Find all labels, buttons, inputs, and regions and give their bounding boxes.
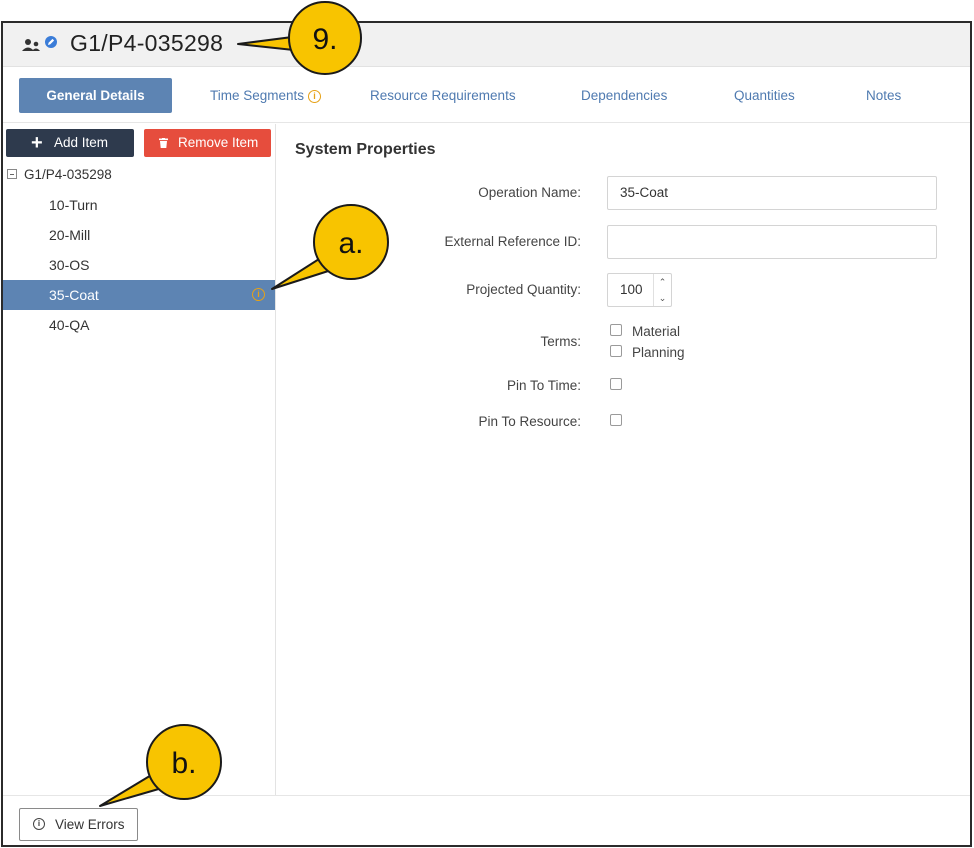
pin-to-time-checkbox[interactable] xyxy=(610,378,622,390)
tab-quantities[interactable]: Quantities xyxy=(734,78,795,113)
window-title: G1/P4-035298 xyxy=(70,30,224,56)
tree-item-30-os[interactable]: 30-OS xyxy=(3,250,275,280)
operation-name-label: Operation Name: xyxy=(478,185,581,200)
chevron-up-icon[interactable]: ⌃ xyxy=(654,274,671,290)
tree-item-35-coat[interactable]: 35-Coat i xyxy=(3,280,275,310)
warning-icon: i xyxy=(308,89,322,103)
collapse-icon[interactable] xyxy=(7,169,17,180)
planning-checkbox[interactable] xyxy=(610,345,622,357)
item-tree-panel: + Add Item Remove Item G1/P4-035298 10-T… xyxy=(3,124,276,795)
dialog-footer: i View Errors xyxy=(3,795,970,847)
section-title: System Properties xyxy=(295,141,436,158)
tree-item-10-turn[interactable]: 10-Turn xyxy=(3,190,275,220)
external-ref-input[interactable] xyxy=(607,225,937,259)
users-edit-icon xyxy=(22,36,57,51)
pin-to-resource-label: Pin To Resource: xyxy=(478,414,581,429)
external-ref-label: External Reference ID: xyxy=(444,234,581,249)
tree-item-20-mill[interactable]: 20-Mill xyxy=(3,220,275,250)
callout-title: 9. xyxy=(288,1,362,75)
tab-resource-requirements[interactable]: Resource Requirements xyxy=(370,78,516,113)
callout-errors: b. xyxy=(146,724,222,800)
pin-to-resource-checkbox[interactable] xyxy=(610,414,622,426)
view-errors-button[interactable]: i View Errors xyxy=(19,808,138,841)
add-item-button[interactable]: + Add Item xyxy=(6,129,134,157)
operation-name-input[interactable]: 35-Coat xyxy=(607,176,937,210)
callout-tree: a. xyxy=(313,204,389,280)
warning-icon: i xyxy=(252,288,265,301)
trash-icon xyxy=(159,138,168,148)
tree-item-40-qa[interactable]: 40-QA xyxy=(3,310,275,340)
tree-root-label: G1/P4-035298 xyxy=(24,167,112,182)
info-icon: i xyxy=(33,818,45,830)
remove-item-button[interactable]: Remove Item xyxy=(144,129,271,157)
terms-label: Terms: xyxy=(540,334,582,349)
projected-quantity-value: 100 xyxy=(620,282,643,297)
remove-item-label: Remove Item xyxy=(178,135,259,150)
tree-item-label: 35-Coat xyxy=(49,287,99,303)
tab-time-segments[interactable]: Time Segments i xyxy=(210,78,322,113)
tab-time-segments-label: Time Segments xyxy=(210,88,305,103)
tab-bar: General Details Time Segments i Resource … xyxy=(3,68,970,123)
dialog-window: G1/P4-035298 General Details Time Segmen… xyxy=(1,21,972,847)
planning-checkbox-label: Planning xyxy=(632,345,685,360)
plus-icon: + xyxy=(31,132,43,154)
tab-general-details[interactable]: General Details xyxy=(19,78,172,113)
add-item-label: Add Item xyxy=(54,135,109,150)
title-bar: G1/P4-035298 xyxy=(3,23,970,67)
tree-root[interactable]: G1/P4-035298 xyxy=(7,167,112,182)
projected-quantity-label: Projected Quantity: xyxy=(466,282,581,297)
tab-notes[interactable]: Notes xyxy=(866,78,901,113)
view-errors-label: View Errors xyxy=(55,817,125,832)
material-checkbox[interactable] xyxy=(610,324,622,336)
pin-to-time-label: Pin To Time: xyxy=(506,378,581,393)
chevron-down-icon[interactable]: ⌄ xyxy=(654,290,671,306)
material-checkbox-label: Material xyxy=(632,324,681,339)
stepper-arrows: ⌃ ⌄ xyxy=(653,274,671,306)
tab-dependencies[interactable]: Dependencies xyxy=(581,78,667,113)
projected-quantity-stepper[interactable]: 100 ⌃ ⌄ xyxy=(607,273,672,307)
